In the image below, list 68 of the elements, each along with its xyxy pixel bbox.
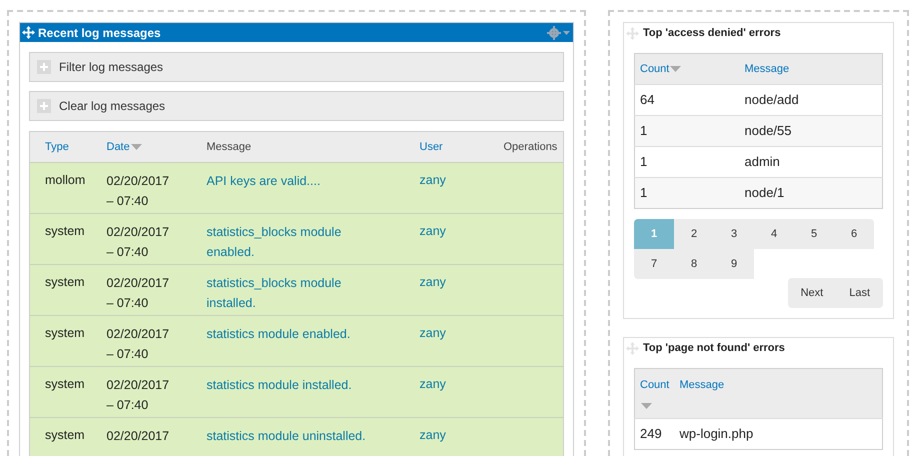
page-button[interactable]: 4 — [754, 219, 794, 249]
column-header-link[interactable]: Date — [106, 140, 142, 153]
date-text: 02/20/2017 — [106, 428, 170, 445]
page-button[interactable]: 3 — [714, 219, 754, 249]
message-text: node/55 — [744, 123, 792, 138]
log-entry-link[interactable]: statistics module enabled. — [206, 324, 384, 344]
username-link[interactable]: zany — [420, 377, 446, 391]
plus-icon — [37, 60, 51, 74]
page-button[interactable]: 7 — [634, 249, 674, 279]
log-entry-link[interactable]: statistics module uninstalled. — [206, 426, 384, 446]
date-text: 02/20/2017 – 07:40 — [106, 326, 170, 363]
page-button[interactable]: 2 — [674, 219, 714, 249]
message-text: admin — [744, 154, 780, 170]
page-button[interactable]: 1 — [634, 219, 674, 249]
log-entry-link[interactable]: statistics_blocks module installed. — [206, 273, 384, 313]
type-text: system — [45, 275, 85, 289]
collapsible-section[interactable]: Clear log messages — [29, 91, 564, 121]
page-button[interactable]: 8 — [674, 249, 714, 279]
column-header-link[interactable]: Message — [680, 377, 724, 394]
move-icon[interactable] — [22, 26, 35, 39]
pager-link[interactable]: Next — [788, 278, 836, 308]
sort-arrow-icon — [670, 66, 682, 72]
block-title: Recent log messages — [38, 24, 161, 42]
message-text: node/add — [744, 92, 799, 108]
column-header: Operations — [504, 140, 558, 153]
username-link[interactable]: zany — [420, 224, 446, 238]
count-text: 64 — [640, 92, 654, 108]
type-text: system — [45, 428, 85, 442]
log-entry-link[interactable]: statistics_blocks module enabled. — [206, 222, 384, 262]
count-text: 1 — [640, 123, 648, 138]
pager-link[interactable]: Last — [836, 278, 883, 308]
column-header-link[interactable]: Count — [640, 377, 670, 414]
section-label: Clear log messages — [59, 98, 166, 115]
message-text: node/1 — [744, 185, 784, 200]
collapsible-section[interactable]: Filter log messages — [29, 52, 564, 82]
sort-arrow-icon — [641, 402, 652, 409]
column-header-link[interactable]: Message — [744, 60, 790, 78]
date-text: 02/20/2017 – 07:40 — [106, 377, 170, 414]
username-link[interactable]: zany — [420, 326, 446, 340]
type-text: mollom — [45, 173, 86, 187]
log-entry-link[interactable]: statistics module installed. — [206, 375, 384, 395]
gear-icon[interactable] — [547, 26, 571, 40]
count-text: 1 — [640, 185, 648, 200]
username-link[interactable]: zany — [420, 275, 446, 289]
block-title: Top 'access denied' errors — [643, 26, 781, 41]
count-text: 1 — [640, 154, 648, 170]
type-text: system — [45, 326, 85, 340]
page-button[interactable]: 9 — [714, 249, 754, 279]
column-header: Message — [206, 140, 252, 153]
date-text: 02/20/2017 – 07:40 — [106, 275, 170, 312]
column-header-link[interactable]: User — [420, 140, 443, 153]
column-header-link[interactable]: Type — [45, 140, 69, 153]
date-text: 02/20/2017 – 07:40 — [106, 224, 170, 261]
date-text: 02/20/2017 – 07:40 — [106, 173, 170, 210]
username-link[interactable]: zany — [420, 428, 446, 442]
message-text: wp-login.php — [680, 426, 754, 442]
plus-icon — [37, 99, 51, 113]
sort-arrow-icon — [130, 144, 142, 150]
count-text: 249 — [640, 426, 662, 442]
log-entry-link[interactable]: API keys are valid.... — [206, 171, 384, 191]
page-button[interactable]: 5 — [794, 219, 834, 249]
username-link[interactable]: zany — [420, 173, 446, 187]
column-header-link[interactable]: Count — [640, 60, 682, 78]
section-label: Filter log messages — [59, 59, 164, 76]
block-title: Top 'page not found' errors — [643, 340, 785, 356]
type-text: system — [45, 224, 85, 238]
page-button[interactable]: 6 — [834, 219, 874, 249]
type-text: system — [45, 377, 85, 391]
